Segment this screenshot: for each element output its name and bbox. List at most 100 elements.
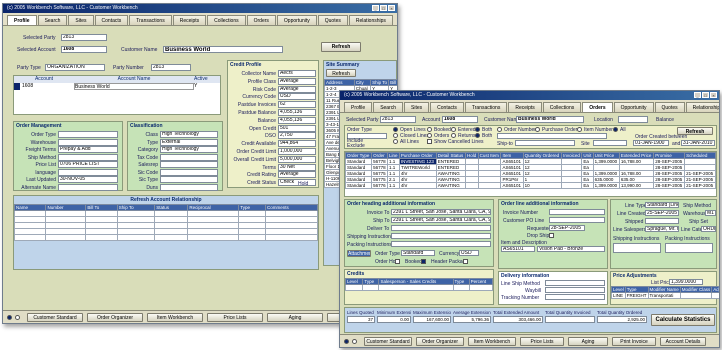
site-header[interactable]: Bill To [388,79,397,86]
field-value[interactable]: Aecrs [278,70,316,77]
refresh-button[interactable]: Refresh [321,42,361,52]
order-number-radio[interactable] [497,127,502,132]
field-value[interactable] [58,138,118,146]
credits-cell[interactable] [344,284,364,291]
booked-radio[interactable] [427,127,432,132]
orders-header[interactable]: Cust Item [477,152,502,159]
relationship-row[interactable] [13,234,318,241]
ship-to-field[interactable] [515,140,575,146]
bottom-button-customer-standard[interactable]: Customer Standard [27,313,83,322]
line-ship-method-field[interactable] [545,280,605,286]
drop-ship-checkbox[interactable] [549,233,554,238]
total-value[interactable]: 303,466.00 [493,316,543,323]
field-value[interactable] [58,168,118,176]
bottom-radio[interactable] [352,339,357,344]
tab-receipts[interactable]: Receipts [508,102,542,112]
field-value[interactable]: 2,750 [278,132,316,140]
minimize-icon[interactable]: _ [694,92,701,98]
shipped-field[interactable] [645,218,679,224]
tab-contacts[interactable]: Contacts [94,15,129,25]
item-number-radio[interactable] [577,127,582,132]
bottom-button-order-organizer[interactable]: Order Organizer [87,313,143,322]
field-value[interactable]: 4,055,136 [278,109,316,116]
orders-header[interactable]: Invoiced [561,152,583,159]
customer-name-field[interactable]: Business World [163,46,283,53]
tab-relationships[interactable]: Relationships [685,102,719,112]
location-field[interactable] [618,116,648,123]
tab-profile[interactable]: Profile [344,102,373,112]
closed-lines-radio[interactable] [393,133,398,138]
bottom-button-aging[interactable]: Aging [267,313,323,322]
front-refresh-button[interactable]: Refresh [677,127,713,135]
date-from-field[interactable]: 01-JAN-1900 [633,140,669,146]
date-to-field[interactable]: 31-JAN-2010 [681,140,715,146]
field-value[interactable] [160,176,218,183]
field-value[interactable]: Check [278,179,316,187]
maximize-icon[interactable]: □ [380,5,387,11]
requested-field[interactable]: 28-SEP-2005 [549,225,585,231]
price-adj-header[interactable]: Adjustment Amount [711,286,719,293]
field-value[interactable]: External [160,138,218,146]
orders-header[interactable]: Purchase Order [398,152,437,159]
tab-transactions[interactable]: Transactions [464,102,508,112]
minimize-icon[interactable]: _ [372,5,379,11]
currency-field[interactable]: USD [459,250,479,256]
party-number-field[interactable]: 2813 [151,64,191,71]
bottom-radio[interactable] [15,315,20,320]
maximize-icon[interactable]: □ [702,92,709,98]
packing-instr-field[interactable] [391,241,491,247]
bottom-button-price-lists[interactable]: Price Lists [207,313,263,322]
credits-cell[interactable] [378,284,454,291]
order-search-field[interactable] [497,133,607,139]
tab-quotes[interactable]: Quotes [317,15,348,25]
tab-sites[interactable]: Sites [404,102,430,112]
customer-po-field[interactable] [549,217,605,223]
total-value[interactable]: 2,925.00 [597,316,647,323]
header-package-checkbox[interactable] [463,259,468,264]
site-refresh-button[interactable]: Refresh [326,69,356,77]
deliver-to-field[interactable] [391,225,491,231]
orders-header[interactable]: Order Type [344,152,373,159]
tab-contacts[interactable]: Contacts [430,102,464,112]
account-row[interactable]: 1608 Business World Y [14,83,220,90]
orders-row[interactable]: Standard 56776 1.1 4hr AWAITING AS65101 10 Ea 1,… [344,182,716,189]
bottom-button-item-workbench[interactable]: Item Workbench [468,337,516,346]
total-value[interactable]: 0.00 [377,316,411,323]
order-type-field[interactable]: Standard [401,250,435,256]
invoice-number-field[interactable] [549,209,605,215]
order-hold-checkbox[interactable] [395,259,400,264]
field-value[interactable]: High Technology [160,146,218,153]
line-shipping-instr-field[interactable] [613,243,661,253]
bottom-button-order-organizer[interactable]: Order Organizer [416,337,464,346]
field-value[interactable]: 5,000,000 [278,155,316,163]
all-radio[interactable] [613,127,618,132]
bottom-button-customer-standard[interactable]: Customer Standard [364,337,412,346]
entered-radio[interactable] [451,127,456,132]
total-value[interactable]: 167,600.00 [413,316,451,323]
tracking-number-field[interactable] [545,294,605,300]
site-header[interactable]: Ship To [370,79,390,86]
bottom-button-aging[interactable]: Aging [568,337,608,346]
orders-header[interactable]: Hold [465,152,479,159]
selected-party-field[interactable]: 2813 [61,34,107,41]
field-value[interactable]: 4,055,136 [278,116,316,124]
orders-header[interactable]: Quantity Ordered [522,152,563,159]
front-window-titlebar[interactable]: (c) 2005 Workbench Software, LLC - Custo… [340,91,719,100]
site-field[interactable] [593,140,627,146]
tab-collections[interactable]: Collections [207,15,246,25]
total-value[interactable]: 5,796.36 [453,316,491,323]
front-account-field[interactable]: 1608 [442,116,478,123]
shipping-instr-field[interactable] [391,233,491,239]
calculate-statistics-button[interactable]: Calculate Statistics [651,314,715,326]
tab-orders[interactable]: Orders [246,15,276,25]
orders-header[interactable]: Extended Price [618,152,655,159]
tab-receipts[interactable]: Receipts [172,15,207,25]
field-value[interactable]: 30 Net [278,163,316,171]
item-field[interactable]: AS65101 [501,246,535,252]
selected-account-field[interactable]: 1608 [61,46,107,53]
tab-search[interactable]: Search [373,102,404,112]
bottom-button-account-details[interactable]: Account Details [660,337,706,346]
credits-cell[interactable] [452,284,470,291]
credits-cell[interactable] [468,284,494,291]
total-value[interactable]: 37 [347,316,375,323]
